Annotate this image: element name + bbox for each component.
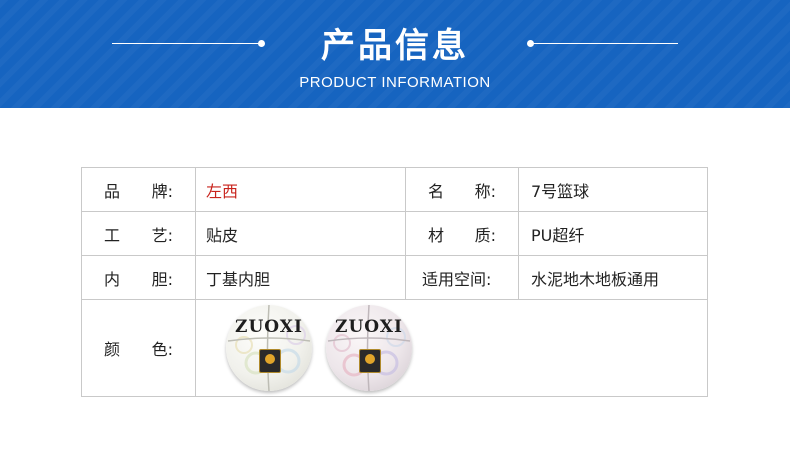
ball-brand-logo: ZUOXI xyxy=(235,317,303,337)
header-banner: 产品信息 PRODUCT INFORMATION xyxy=(0,0,790,108)
right-decor-line xyxy=(532,43,678,44)
table-row: 工 艺: 贴皮 材 质: PU超纤 xyxy=(81,211,708,256)
name-value: 7号篮球 xyxy=(518,167,708,212)
product-spec-table: 品 牌: 左西 名 称: 7号篮球 工 艺: 贴皮 材 质: PU超纤 内 胆: 丁基内胆… xyxy=(81,167,708,397)
table-row: 颜 色: ZUOXI ZUOXI xyxy=(81,299,708,397)
material-label-char: 材 xyxy=(428,225,445,245)
craft-value: 贴皮 xyxy=(195,211,406,256)
brand-label-cell: 品 牌: xyxy=(81,167,196,212)
material-label-cell: 材 质: xyxy=(405,211,519,256)
brand-label-char: 牌: xyxy=(151,181,173,201)
venue-value: 水泥地木地板通用 xyxy=(518,255,708,300)
brand-label-char: 品 xyxy=(104,181,121,201)
name-label-cell: 名 称: xyxy=(405,167,519,212)
venue-label: 适用空间: xyxy=(422,269,492,289)
craft-label-cell: 工 艺: xyxy=(81,211,196,256)
bladder-label-cell: 内 胆: xyxy=(81,255,196,300)
material-value: PU超纤 xyxy=(518,211,708,256)
ball-emblem-icon xyxy=(259,349,281,373)
venue-label-cell: 适用空间: xyxy=(405,255,519,300)
material-label-char: 质: xyxy=(474,225,496,245)
bladder-label-char: 胆: xyxy=(151,269,173,289)
name-label-char: 称: xyxy=(474,181,496,201)
craft-label-char: 艺: xyxy=(151,225,173,245)
ball-emblem-icon xyxy=(359,349,381,373)
craft-label-char: 工 xyxy=(104,225,121,245)
color-options-cell: ZUOXI ZUOXI xyxy=(195,299,708,397)
basketball-pink-image: ZUOXI xyxy=(326,305,412,391)
page-subtitle: PRODUCT INFORMATION xyxy=(299,74,491,91)
color-label-char: 色: xyxy=(151,340,173,359)
bladder-label-char: 内 xyxy=(104,269,121,289)
ball-brand-logo: ZUOXI xyxy=(335,317,403,337)
basketball-white-image: ZUOXI xyxy=(226,305,312,391)
table-row: 品 牌: 左西 名 称: 7号篮球 xyxy=(81,167,708,212)
color-label-cell: 颜 色: xyxy=(81,299,196,397)
name-label-char: 名 xyxy=(428,181,445,201)
bladder-value: 丁基内胆 xyxy=(195,255,406,300)
brand-value: 左西 xyxy=(195,167,406,212)
table-row: 内 胆: 丁基内胆 适用空间: 水泥地木地板通用 xyxy=(81,255,708,300)
color-label-char: 颜 xyxy=(104,340,121,359)
